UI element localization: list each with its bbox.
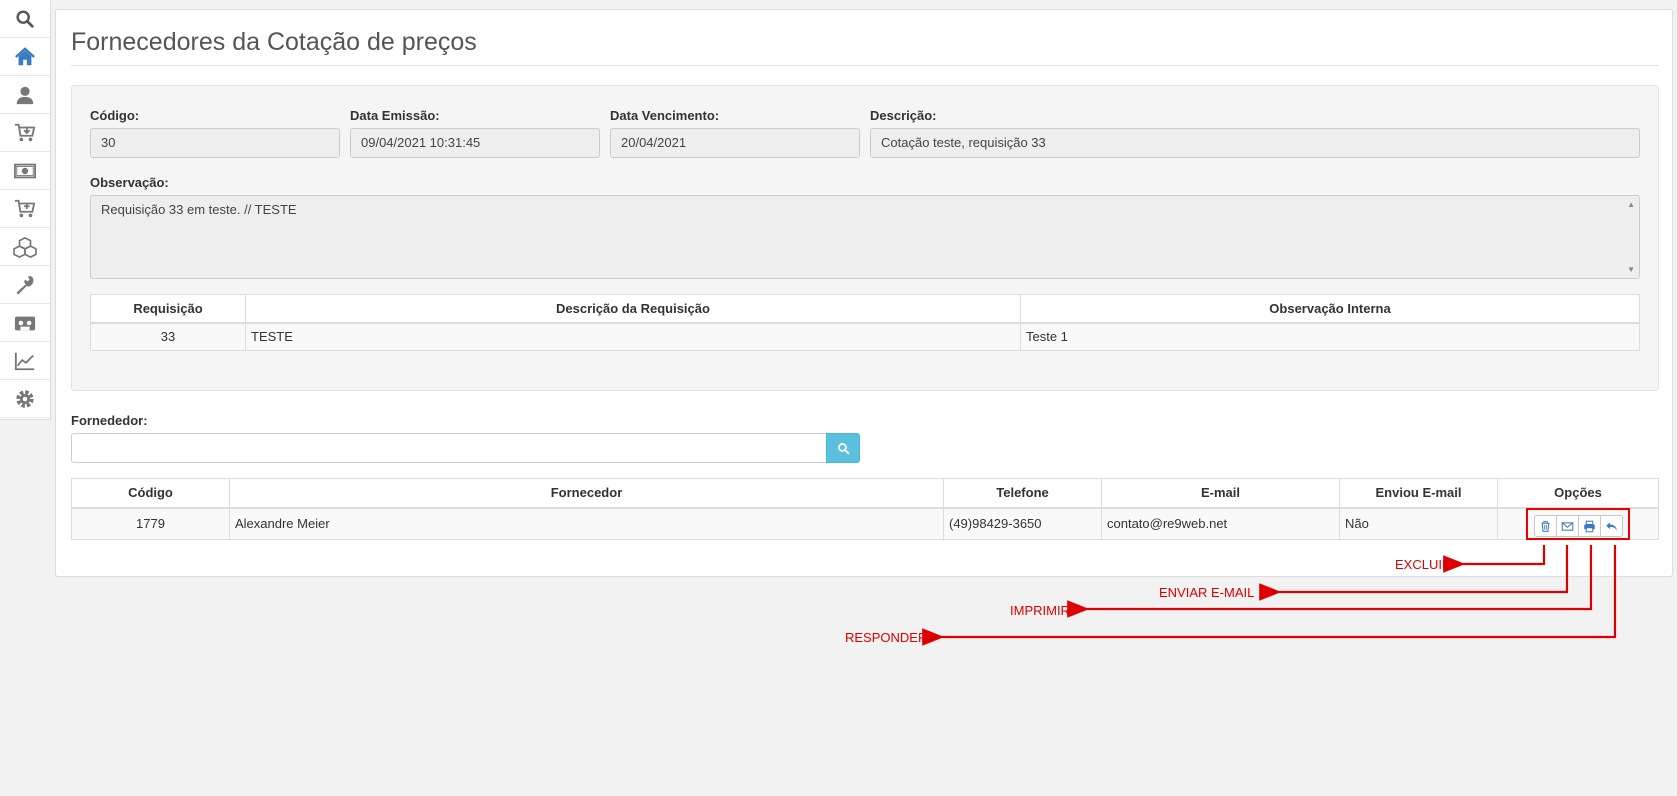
wrench-icon bbox=[16, 275, 34, 294]
cubes-icon bbox=[13, 236, 37, 258]
data-vencimento-field[interactable]: 20/04/2021 bbox=[610, 128, 860, 158]
sidebar-item-reports[interactable] bbox=[0, 342, 50, 380]
descricao-field[interactable]: Cotação teste, requisição 33 bbox=[870, 128, 1640, 158]
sidebar-item-users[interactable] bbox=[0, 76, 50, 114]
sidebar-item-finance[interactable] bbox=[0, 152, 50, 190]
sidebar-item-search[interactable] bbox=[0, 0, 50, 38]
print-button[interactable] bbox=[1578, 515, 1601, 537]
delete-button[interactable] bbox=[1534, 515, 1557, 537]
data-vencimento-label: Data Vencimento: bbox=[610, 108, 720, 123]
title-divider bbox=[71, 65, 1659, 66]
gear-icon bbox=[16, 389, 34, 408]
cell-email: contato@re9web.net bbox=[1101, 507, 1340, 540]
cell-codigo: 1779 bbox=[71, 507, 230, 540]
table-row[interactable]: 1779 Alexandre Meier (49)98429-3650 cont… bbox=[71, 507, 1659, 540]
scroll-down-icon[interactable]: ▼ bbox=[1627, 265, 1635, 274]
col-codigo: Código bbox=[71, 478, 230, 509]
annotation-responder: RESPONDER bbox=[845, 630, 928, 645]
scroll-up-icon[interactable]: ▲ bbox=[1627, 200, 1635, 209]
envelope-icon bbox=[1561, 521, 1574, 531]
fornecedor-label: Fornededor: bbox=[71, 413, 148, 428]
col-enviou-email: Enviou E-mail bbox=[1339, 478, 1498, 509]
reply-button[interactable] bbox=[1600, 515, 1623, 537]
fornecedor-search-button[interactable] bbox=[826, 433, 860, 463]
send-email-button[interactable] bbox=[1556, 515, 1579, 537]
data-emissao-field[interactable]: 09/04/2021 10:31:45 bbox=[350, 128, 600, 158]
table-row[interactable]: 33 TESTE Teste 1 bbox=[90, 322, 1640, 351]
cell-descricao: TESTE bbox=[245, 322, 1021, 351]
requisition-table: Requisição Descrição da Requisição Obser… bbox=[90, 294, 1640, 351]
main-panel: Fornecedores da Cotação de preços Código… bbox=[55, 9, 1673, 577]
codigo-label: Código: bbox=[90, 108, 140, 123]
money-icon bbox=[14, 163, 36, 178]
cart-plus-icon bbox=[14, 199, 36, 217]
observacao-label: Observação: bbox=[90, 175, 169, 190]
col-descricao-requisicao: Descrição da Requisição bbox=[245, 294, 1021, 324]
cassette-icon bbox=[14, 316, 36, 330]
cell-observacao: Teste 1 bbox=[1020, 322, 1640, 351]
col-opcoes: Opções bbox=[1497, 478, 1659, 509]
options-button-group bbox=[1534, 515, 1623, 537]
sidebar bbox=[0, 0, 51, 420]
col-requisicao: Requisição bbox=[90, 294, 246, 324]
observacao-text: Requisição 33 em teste. // TESTE bbox=[101, 202, 297, 217]
sidebar-item-purchases[interactable] bbox=[0, 114, 50, 152]
annotation-enviar-email: ENVIAR E-MAIL bbox=[1159, 585, 1255, 600]
observacao-textarea[interactable]: Requisição 33 em teste. // TESTE ▲ ▼ bbox=[90, 195, 1640, 279]
cell-telefone: (49)98429-3650 bbox=[943, 507, 1102, 540]
annotation-excluir: EXCLUIR bbox=[1395, 557, 1452, 572]
user-icon bbox=[16, 86, 34, 104]
reply-icon bbox=[1606, 521, 1617, 531]
codigo-field[interactable]: 30 bbox=[90, 128, 340, 158]
annotation-imprimir: IMPRIMIR bbox=[1010, 603, 1070, 618]
fornecedor-search bbox=[71, 433, 860, 463]
col-observacao-interna: Observação Interna bbox=[1020, 294, 1640, 324]
sidebar-item-settings[interactable] bbox=[0, 380, 50, 418]
chart-line-icon bbox=[14, 352, 35, 370]
sidebar-item-tools[interactable] bbox=[0, 266, 50, 304]
home-icon bbox=[15, 46, 35, 65]
fornecedor-input[interactable] bbox=[71, 433, 827, 463]
cell-fornecedor: Alexandre Meier bbox=[229, 507, 944, 540]
sidebar-item-sales[interactable] bbox=[0, 190, 50, 228]
col-telefone: Telefone bbox=[943, 478, 1102, 509]
print-icon bbox=[1584, 520, 1595, 532]
trash-icon bbox=[1541, 520, 1550, 532]
data-emissao-label: Data Emissão: bbox=[350, 108, 440, 123]
quotation-details: Código: 30 Data Emissão: 09/04/2021 10:3… bbox=[71, 85, 1659, 391]
cell-enviou-email: Não bbox=[1339, 507, 1498, 540]
page-title: Fornecedores da Cotação de preços bbox=[71, 28, 477, 56]
search-icon bbox=[16, 9, 34, 28]
descricao-label: Descrição: bbox=[870, 108, 937, 123]
cell-requisicao: 33 bbox=[90, 322, 246, 351]
sidebar-item-stock[interactable] bbox=[0, 228, 50, 266]
search-icon bbox=[837, 442, 849, 454]
col-fornecedor: Fornecedor bbox=[229, 478, 944, 509]
sidebar-item-home[interactable] bbox=[0, 38, 50, 76]
suppliers-table: Código Fornecedor Telefone E-mail Enviou… bbox=[71, 478, 1659, 540]
col-email: E-mail bbox=[1101, 478, 1340, 509]
cart-download-icon bbox=[14, 123, 36, 141]
options-highlight bbox=[1526, 508, 1630, 540]
sidebar-item-media[interactable] bbox=[0, 304, 50, 342]
